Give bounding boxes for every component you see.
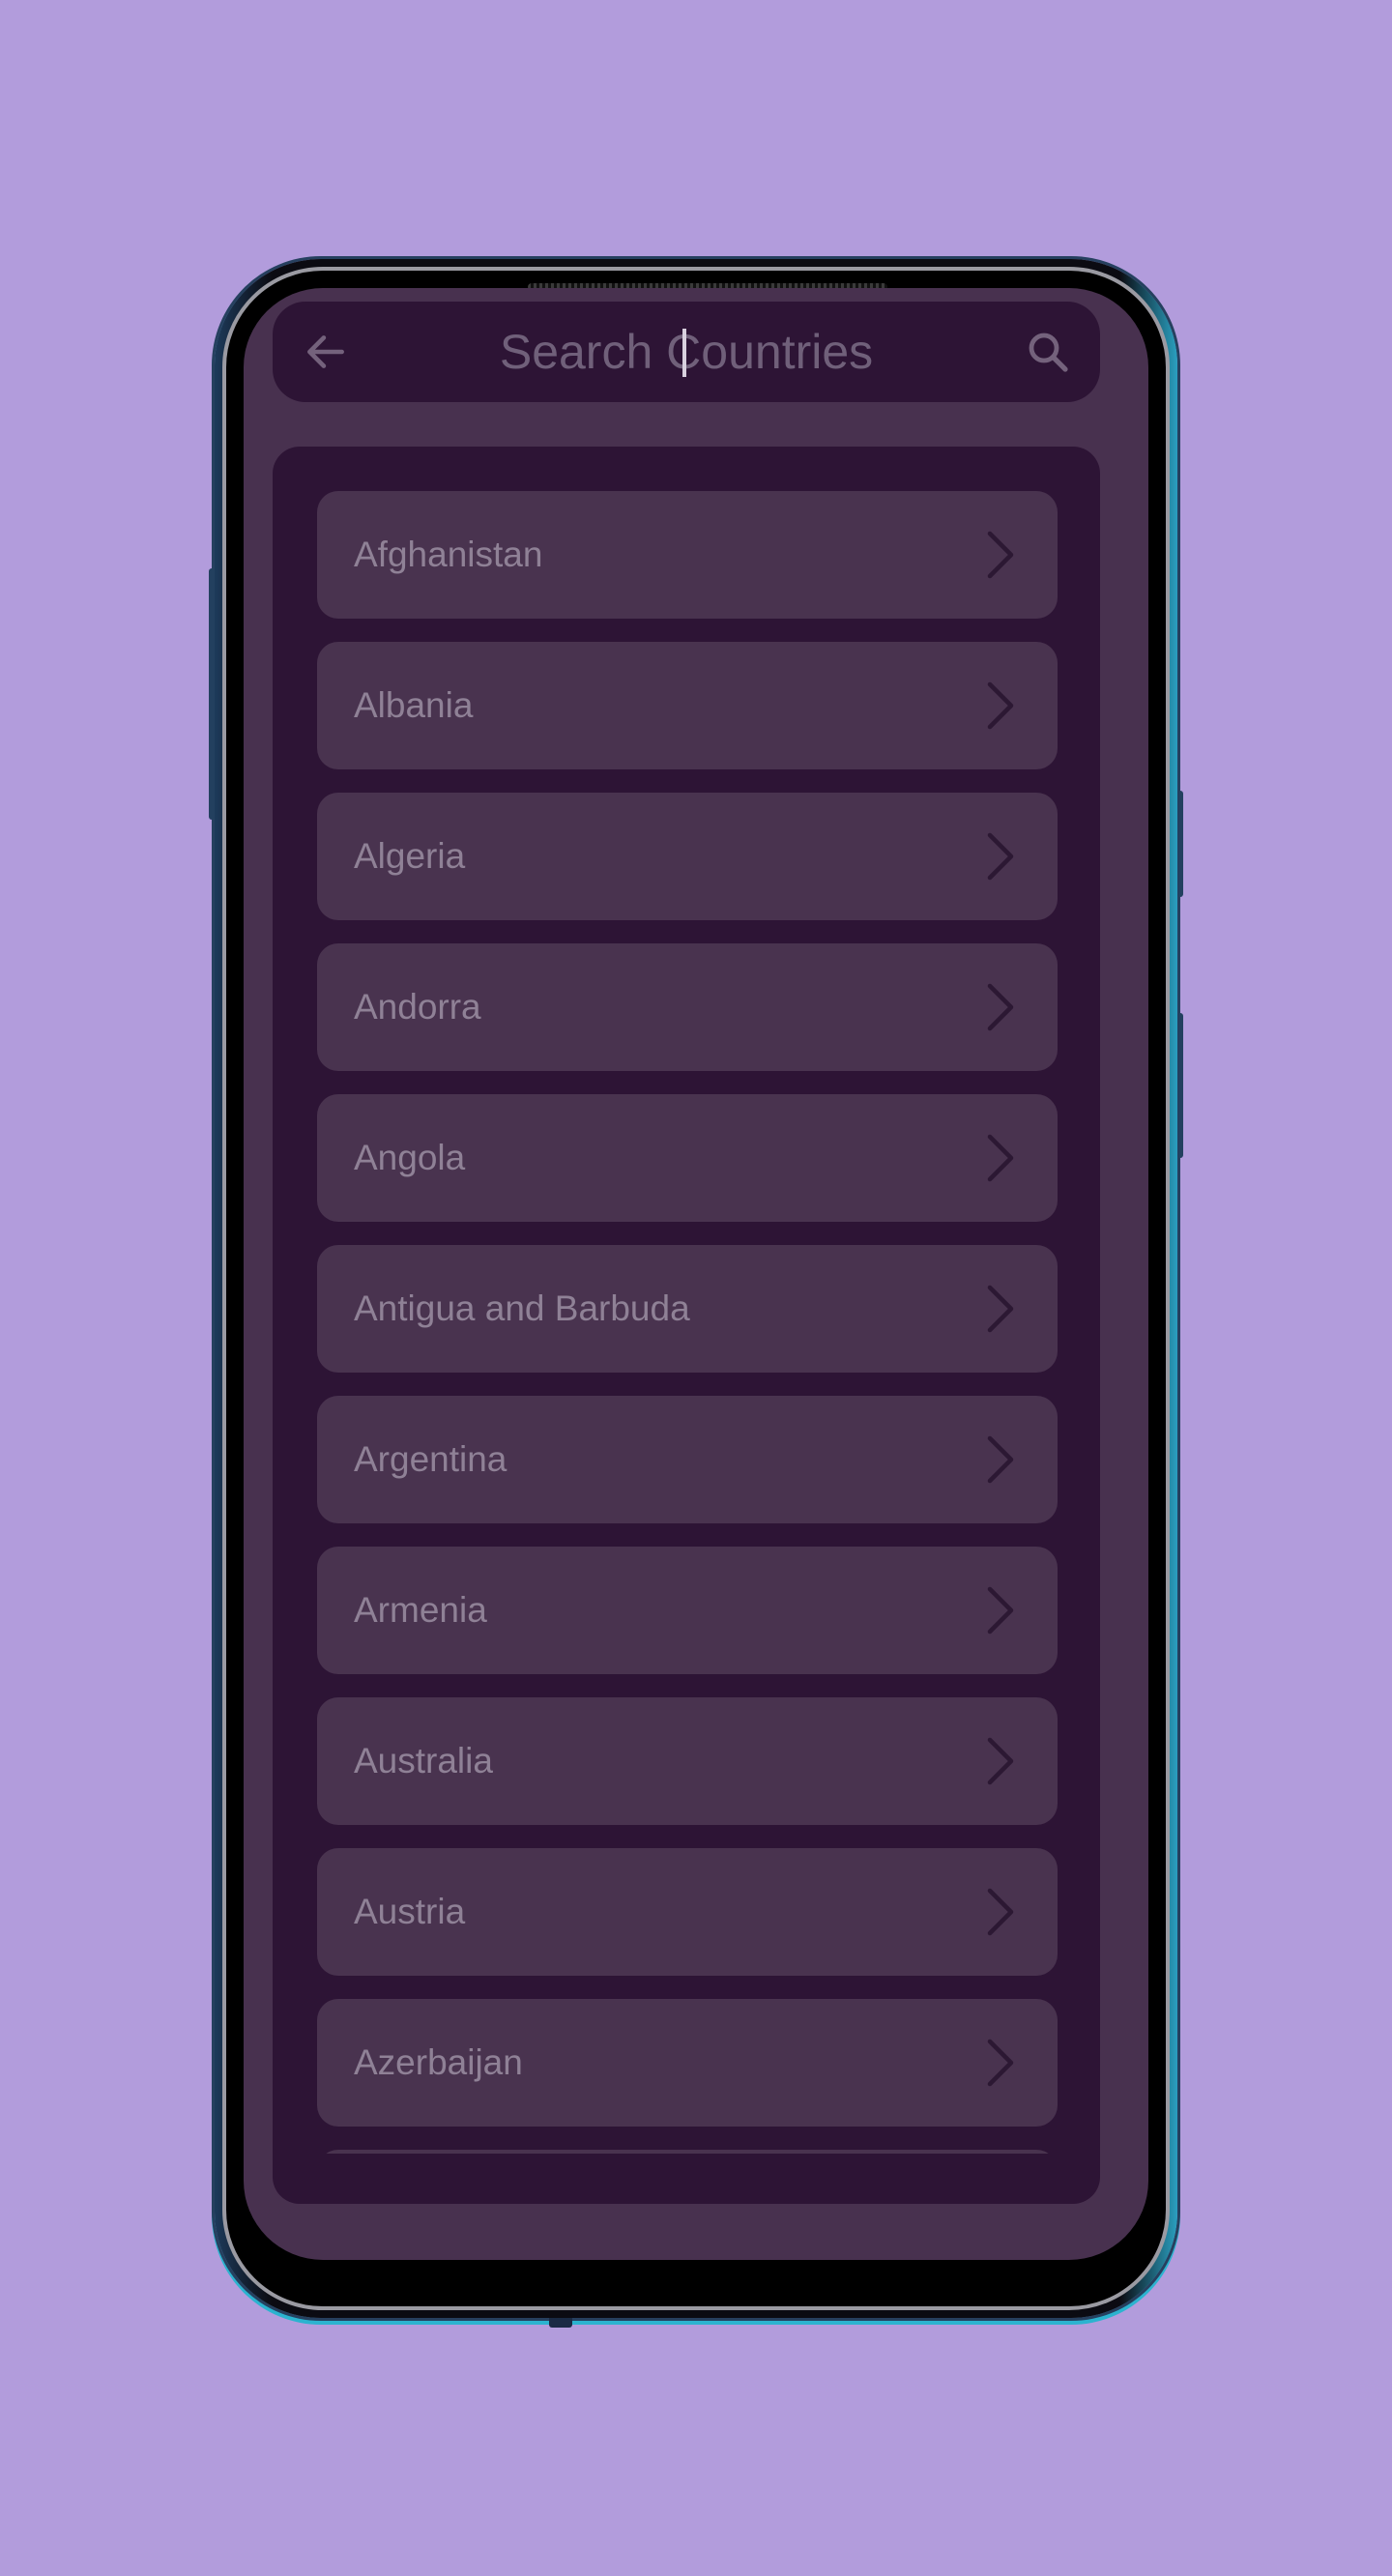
- chevron-right-icon: [987, 1737, 1014, 1785]
- country-name: Angola: [354, 1138, 466, 1177]
- phone-side-button: [1177, 1013, 1183, 1158]
- list-item-country[interactable]: Antigua and Barbuda: [317, 1245, 1058, 1373]
- chevron-right-icon: [987, 832, 1014, 881]
- chevron-right-icon: [987, 531, 1014, 579]
- chevron-right-icon: [987, 1435, 1014, 1484]
- country-name: Australia: [354, 1741, 493, 1780]
- phone-side-button: [209, 568, 215, 820]
- country-name: Albania: [354, 685, 474, 725]
- list-item-country[interactable]: Albania: [317, 642, 1058, 769]
- list-item-country[interactable]: Andorra: [317, 943, 1058, 1071]
- country-name: Argentina: [354, 1439, 508, 1479]
- list-item-country[interactable]: Austria: [317, 1848, 1058, 1976]
- chevron-right-icon: [987, 983, 1014, 1031]
- country-name: Armenia: [354, 1590, 487, 1630]
- list-item-country[interactable]: Afghanistan: [317, 491, 1058, 619]
- search-icon[interactable]: [1025, 329, 1071, 375]
- country-list[interactable]: Afghanistan Albania Algeria Andorra Ango: [317, 491, 1058, 2154]
- list-item-country[interactable]: Australia: [317, 1697, 1058, 1825]
- list-item-country[interactable]: Angola: [317, 1094, 1058, 1222]
- chevron-right-icon: [987, 2039, 1014, 2087]
- country-name: Andorra: [354, 987, 481, 1027]
- phone-port: [549, 2318, 572, 2328]
- list-item-country[interactable]: Armenia: [317, 1547, 1058, 1674]
- list-item-country[interactable]: Argentina: [317, 1396, 1058, 1523]
- country-name: Azerbaijan: [354, 2042, 523, 2082]
- chevron-right-icon: [987, 1134, 1014, 1182]
- search-input[interactable]: Search Countries: [273, 325, 1100, 379]
- text-cursor: [682, 329, 686, 377]
- chevron-right-icon: [987, 1285, 1014, 1333]
- country-name: Austria: [354, 1892, 466, 1931]
- country-name: Algeria: [354, 836, 466, 876]
- phone-frame: Search Countries Afghanistan Albania Alg…: [209, 259, 1183, 2328]
- list-item-country[interactable]: Algeria: [317, 793, 1058, 920]
- country-name: Afghanistan: [354, 535, 543, 574]
- country-name: Antigua and Barbuda: [354, 1288, 690, 1328]
- country-list-panel: Afghanistan Albania Algeria Andorra Ango: [273, 447, 1100, 2204]
- chevron-right-icon: [987, 681, 1014, 730]
- search-bar[interactable]: Search Countries: [273, 302, 1100, 402]
- chevron-right-icon: [987, 1888, 1014, 1936]
- app-screen: Search Countries Afghanistan Albania Alg…: [244, 288, 1148, 2260]
- phone-side-button: [1177, 791, 1183, 897]
- list-item-country[interactable]: [317, 2150, 1058, 2154]
- list-item-country[interactable]: Azerbaijan: [317, 1999, 1058, 2127]
- chevron-right-icon: [987, 1586, 1014, 1635]
